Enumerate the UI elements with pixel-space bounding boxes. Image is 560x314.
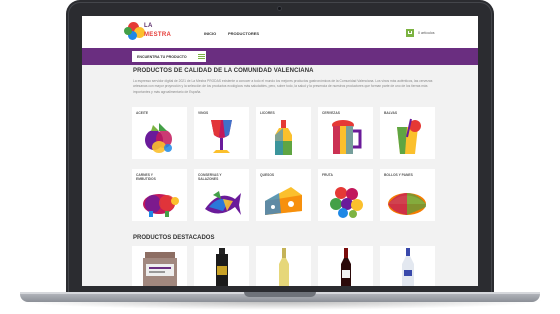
category-tile-licores[interactable]: LICORES — [256, 107, 311, 159]
featured-product-1[interactable] — [132, 246, 187, 286]
featured-product-4[interactable] — [318, 246, 373, 286]
category-tile-quesos[interactable]: QUESOS — [256, 169, 311, 221]
category-tile-carnes[interactable]: CARNES Y EMBUTIDOS — [132, 169, 187, 221]
oil-bottle-image — [216, 248, 228, 286]
cart-icon[interactable] — [406, 29, 414, 37]
browser-screen: LA MESTRA INICIO PRODUCTORES 0 artículos… — [82, 16, 478, 286]
spirit-bottle-image — [402, 248, 414, 286]
category-label: VINOS — [198, 111, 209, 115]
featured-product-5[interactable] — [380, 246, 435, 286]
site-header: LA MESTRA INICIO PRODUCTORES 0 artículos — [82, 16, 478, 48]
featured-product-2[interactable] — [194, 246, 249, 286]
white-wine-bottle-image — [279, 248, 289, 286]
nav-item-productores[interactable]: PRODUCTORES — [228, 31, 259, 36]
category-label: ACEITE — [136, 111, 149, 115]
fruit-icon — [330, 187, 363, 218]
category-tile-bollos[interactable]: BOLLOS Y PANES — [380, 169, 435, 221]
category-tile-balvas[interactable]: BALVAS — [380, 107, 435, 159]
category-label: QUESOS — [260, 173, 275, 177]
liquor-bottle-icon — [275, 120, 292, 155]
category-tile-conservas[interactable]: CONSERVAS Y SALAZONES — [194, 169, 249, 221]
search-label: ENCUENTRA TU PRODUCTO — [137, 55, 187, 59]
category-label: LICORES — [260, 111, 275, 115]
beer-mug-icon — [332, 120, 362, 154]
logo-dot-green — [124, 27, 132, 35]
logo-text-line1: LA — [144, 23, 153, 29]
fish-icon — [205, 191, 241, 215]
wine-glass-icon — [211, 120, 232, 153]
bread-icon — [388, 193, 426, 215]
jar-image — [143, 252, 177, 286]
category-label: BOLLOS Y PANES — [384, 173, 413, 177]
laptop-opening-notch — [244, 292, 316, 297]
menu-icon — [198, 54, 205, 55]
category-label: CERVEZAS — [322, 111, 340, 115]
olive-oil-icon — [145, 123, 172, 153]
category-tile-vinos[interactable]: VINOS — [194, 107, 249, 159]
brand-logo[interactable]: LA MESTRA — [124, 22, 182, 44]
product-search-toggle[interactable]: ENCUENTRA TU PRODUCTO — [132, 51, 206, 62]
cart-label[interactable]: 0 artículos — [418, 31, 435, 35]
nav-item-inicio[interactable]: INICIO — [204, 31, 216, 36]
logo-text-line2: MESTRA — [144, 32, 172, 38]
pig-icon — [143, 194, 179, 217]
red-wine-bottle-image — [341, 248, 351, 286]
cheese-icon — [265, 187, 302, 215]
category-label: BALVAS — [384, 111, 398, 115]
page-title: PRODUCTOS DE CALIDAD DE LA COMUNIDAD VAL… — [133, 68, 314, 74]
category-tile-cervezas[interactable]: CERVEZAS — [318, 107, 373, 159]
featured-heading: PRODUCTOS DESTACADOS — [133, 235, 215, 241]
category-label: FRUTA — [322, 173, 333, 177]
featured-product-3[interactable] — [256, 246, 311, 286]
intro-text: La espresso servidor digital de 2021 de … — [133, 79, 433, 94]
category-tile-aceite[interactable]: ACEITE — [132, 107, 187, 159]
category-tile-fruta[interactable]: FRUTA — [318, 169, 373, 221]
drink-glass-icon — [397, 118, 421, 154]
camera-icon — [277, 6, 282, 11]
